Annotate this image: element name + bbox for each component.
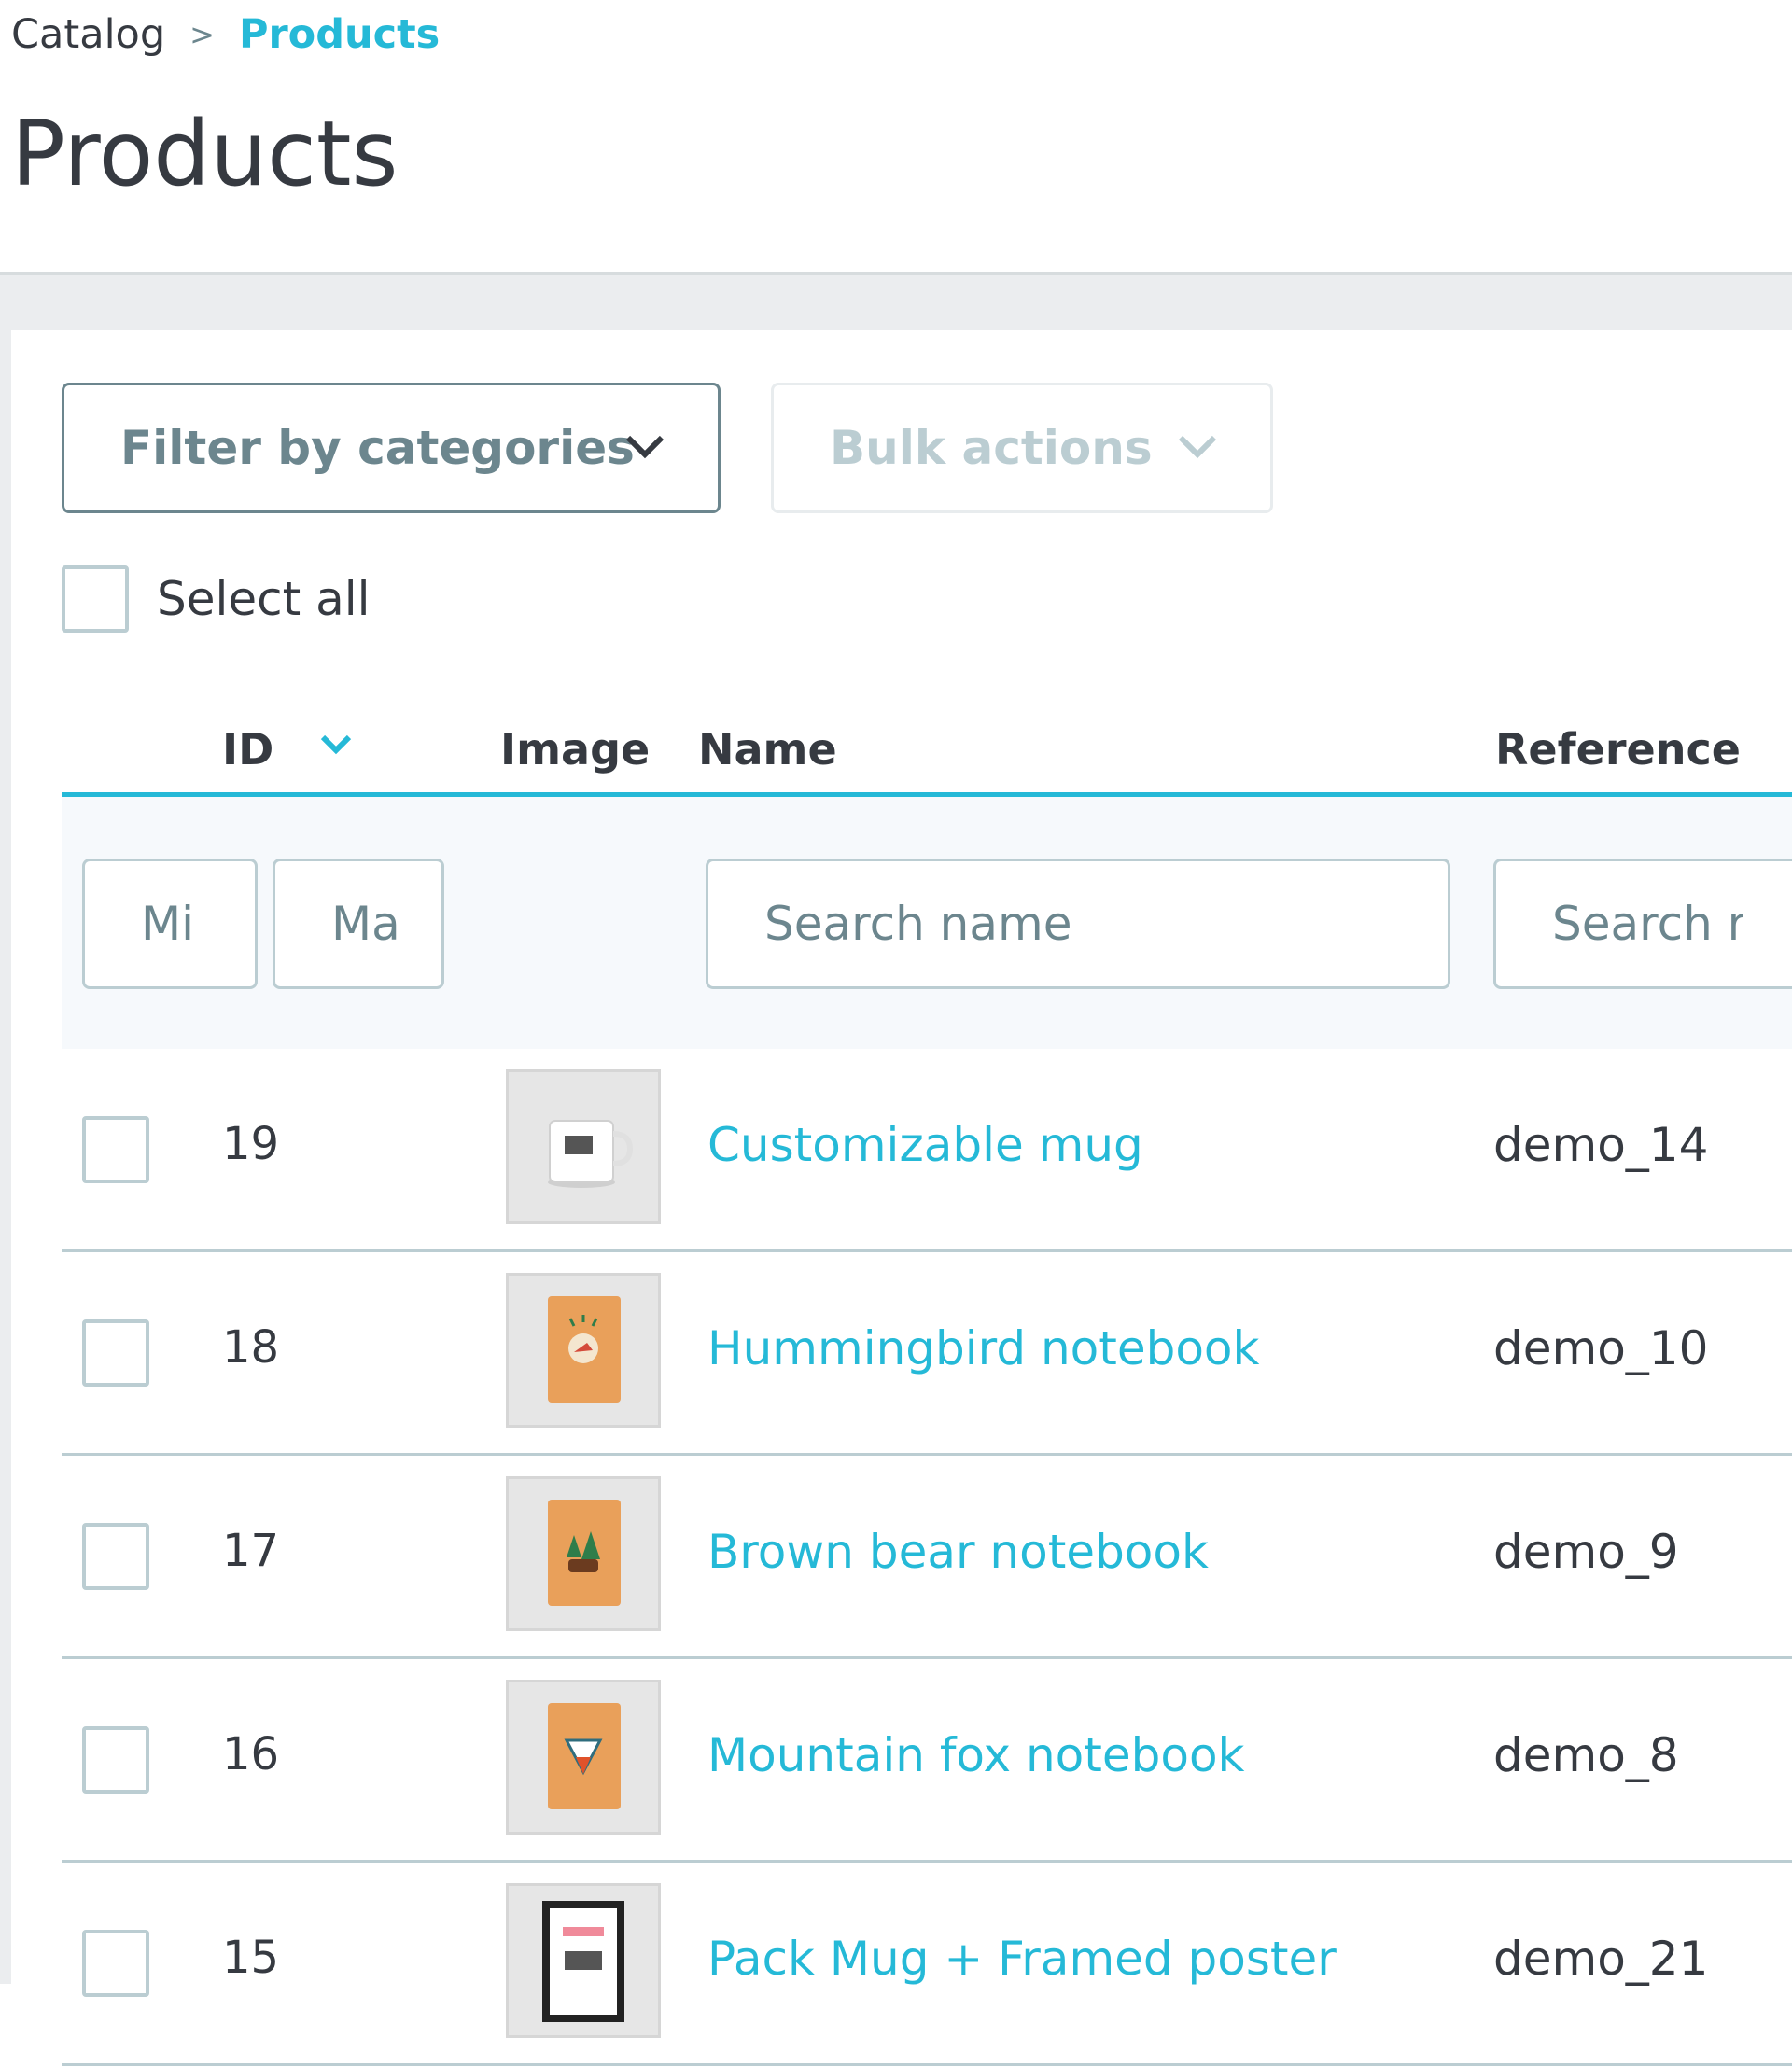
product-id: 17 [222, 1525, 280, 1577]
select-all-label: Select all [157, 572, 371, 626]
select-all-checkbox[interactable] [62, 565, 129, 633]
notebook-thumbnail[interactable] [506, 1273, 661, 1428]
product-id: 16 [222, 1728, 280, 1780]
page-header: Catalog > Products Products [0, 0, 1792, 272]
products-card: Filter by categories Bulk actions Select… [11, 330, 1792, 2066]
chevron-down-icon [1178, 435, 1217, 459]
mug-thumbnail[interactable] [506, 1069, 661, 1224]
table-row: 17 Brown bear notebook demo_9 [62, 1456, 1792, 1659]
breadcrumb-current[interactable]: Products [239, 11, 440, 58]
product-reference: demo_14 [1493, 1118, 1709, 1172]
filter-by-categories-dropdown[interactable]: Filter by categories [62, 383, 721, 513]
product-name-link[interactable]: Brown bear notebook [707, 1525, 1209, 1579]
product-id: 18 [222, 1321, 280, 1374]
select-all[interactable]: Select all [62, 565, 371, 633]
row-checkbox[interactable] [82, 1930, 149, 1997]
breadcrumb-catalog-link[interactable]: Catalog [11, 11, 165, 58]
product-reference: demo_9 [1493, 1525, 1679, 1579]
column-header-name[interactable]: Name [698, 724, 837, 775]
product-name-link[interactable]: Customizable mug [707, 1118, 1143, 1172]
chevron-down-icon [625, 435, 665, 459]
row-checkbox[interactable] [82, 1726, 149, 1794]
table-filter-row [62, 797, 1792, 1049]
notebook-thumbnail[interactable] [506, 1476, 661, 1631]
column-header-id[interactable]: ID [222, 724, 273, 775]
product-reference: demo_10 [1493, 1321, 1709, 1375]
id-max-input[interactable] [273, 859, 444, 989]
page-title: Products [11, 102, 399, 206]
notebook-thumbnail[interactable] [506, 1680, 661, 1835]
breadcrumb: Catalog > Products [11, 9, 440, 60]
id-min-input[interactable] [82, 859, 258, 989]
table-header: ID Image Name Reference [62, 689, 1792, 797]
product-name-link[interactable]: Hummingbird notebook [707, 1321, 1259, 1375]
product-id: 15 [222, 1932, 280, 1984]
bulk-actions-dropdown[interactable]: Bulk actions [771, 383, 1273, 513]
poster-thumbnail[interactable] [506, 1883, 661, 2038]
row-checkbox[interactable] [82, 1319, 149, 1387]
header-divider-band [0, 272, 1792, 330]
bulk-actions-label: Bulk actions [830, 421, 1153, 475]
product-reference: demo_8 [1493, 1728, 1679, 1782]
sort-descending-icon[interactable] [319, 733, 353, 756]
row-checkbox[interactable] [82, 1116, 149, 1183]
column-header-reference[interactable]: Reference [1495, 724, 1741, 775]
product-name-link[interactable]: Mountain fox notebook [707, 1728, 1245, 1782]
table-row: 19 Customizable mug demo_14 [62, 1049, 1792, 1252]
table-row: 18 Hummingbird notebook demo_10 [62, 1252, 1792, 1456]
product-name-link[interactable]: Pack Mug + Framed poster [707, 1932, 1337, 1986]
breadcrumb-separator: > [189, 17, 215, 52]
table-row: 15 Pack Mug + Framed poster demo_21 [62, 1863, 1792, 2066]
filter-by-categories-label: Filter by categories [120, 421, 635, 475]
search-name-input[interactable] [706, 859, 1450, 989]
column-header-image: Image [500, 724, 651, 775]
page-gutter [0, 330, 11, 1984]
product-reference: demo_21 [1493, 1932, 1709, 1986]
row-checkbox[interactable] [82, 1523, 149, 1590]
product-id: 19 [222, 1118, 280, 1170]
search-reference-input[interactable] [1493, 859, 1792, 989]
table-row: 16 Mountain fox notebook demo_8 [62, 1659, 1792, 1863]
